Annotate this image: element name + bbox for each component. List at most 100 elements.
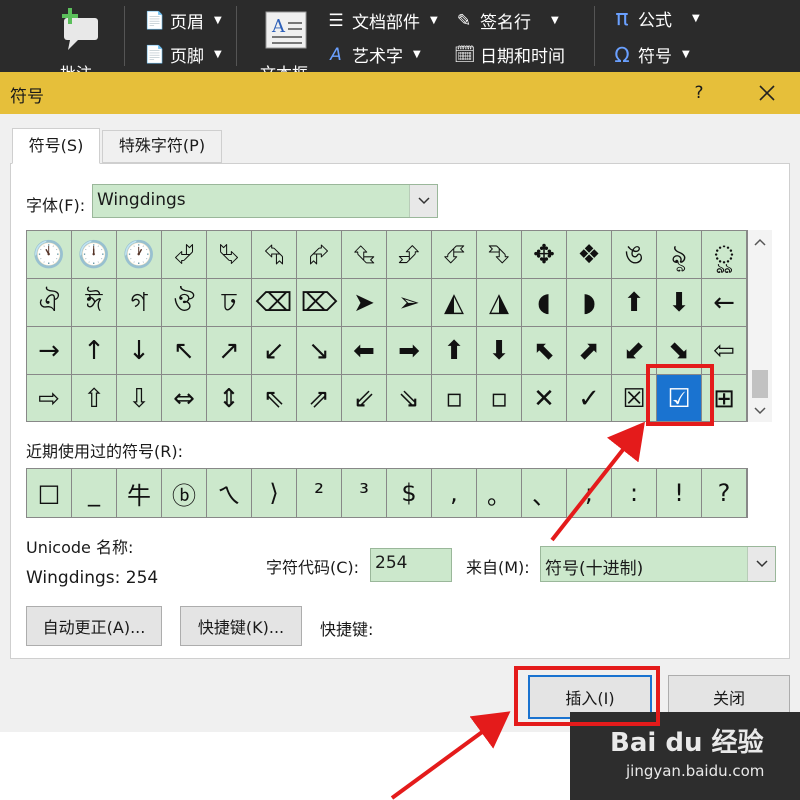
symbol-cell[interactable]: ঙ bbox=[612, 231, 657, 279]
footer-button[interactable]: 📄 页脚 ▼ bbox=[144, 42, 222, 68]
symbol-cell[interactable]: ⇨ bbox=[27, 375, 72, 421]
shortcut-key-button[interactable]: 快捷键(K)... bbox=[180, 606, 302, 646]
recent-symbol-cell[interactable]: 牛 bbox=[117, 469, 162, 517]
symbol-cell[interactable]: ↖ bbox=[162, 327, 207, 375]
symbol-cell[interactable]: ➢ bbox=[387, 279, 432, 327]
symbol-cell[interactable]: ⬇ bbox=[657, 279, 702, 327]
grid-scrollbar[interactable] bbox=[748, 230, 772, 422]
font-dropdown[interactable]: Wingdings bbox=[92, 184, 438, 218]
header-button[interactable]: 📄 页眉 ▼ bbox=[144, 8, 222, 34]
autocorrect-button[interactable]: 自动更正(A)... bbox=[26, 606, 162, 646]
symbol-cell[interactable]: ⇧ bbox=[72, 375, 117, 421]
symbol-cell[interactable]: ঔ bbox=[162, 279, 207, 327]
symbol-cell[interactable]: ⮰ bbox=[162, 231, 207, 279]
dialog-title-bar[interactable]: 符号 ? bbox=[0, 72, 800, 114]
tab-symbols[interactable]: 符号(S) bbox=[12, 128, 100, 164]
symbol-cell[interactable]: ↘ bbox=[297, 327, 342, 375]
symbol-cell[interactable]: ✥ bbox=[522, 231, 567, 279]
symbol-cell[interactable]: ➡ bbox=[387, 327, 432, 375]
chevron-down-icon[interactable] bbox=[409, 185, 437, 217]
recent-symbol-cell[interactable]: ! bbox=[657, 469, 702, 517]
recent-symbol-cell[interactable]: , bbox=[432, 469, 477, 517]
symbol-cell[interactable]: 🕛 bbox=[72, 231, 117, 279]
symbol-cell[interactable]: 🕚 bbox=[27, 231, 72, 279]
signature-button[interactable]: ✎ 签名行 ▼ bbox=[454, 8, 559, 34]
symbol-cell[interactable]: ⮴ bbox=[342, 231, 387, 279]
symbol-cell[interactable]: ⮶ bbox=[432, 231, 477, 279]
recent-symbol-cell[interactable]: 。 bbox=[477, 469, 522, 517]
symbol-cell[interactable]: ◖ bbox=[522, 279, 567, 327]
symbol-cell[interactable]: গ bbox=[117, 279, 162, 327]
symbol-cell[interactable]: 🕐 bbox=[117, 231, 162, 279]
symbol-cell[interactable]: ⇗ bbox=[297, 375, 342, 421]
symbol-cell[interactable]: ⇖ bbox=[252, 375, 297, 421]
symbol-cell[interactable]: ↗ bbox=[207, 327, 252, 375]
symbol-cell[interactable]: ⬆ bbox=[432, 327, 477, 375]
recent-symbol-cell[interactable]: 、 bbox=[522, 469, 567, 517]
symbol-cell[interactable]: ◗ bbox=[567, 279, 612, 327]
symbol-cell[interactable]: ⬉ bbox=[522, 327, 567, 375]
symbol-button[interactable]: Ω 符号 ▼ bbox=[612, 42, 689, 68]
help-button[interactable]: ? bbox=[686, 80, 712, 106]
char-code-input[interactable]: 254 bbox=[370, 548, 452, 582]
from-dropdown[interactable]: 符号(十进制) bbox=[540, 546, 776, 582]
symbol-cell[interactable]: ➤ bbox=[342, 279, 387, 327]
tab-special-characters[interactable]: 特殊字符(P) bbox=[102, 130, 222, 163]
scroll-thumb[interactable] bbox=[752, 370, 768, 398]
symbol-cell[interactable]: ⮱ bbox=[207, 231, 252, 279]
symbol-cell[interactable]: ↙ bbox=[252, 327, 297, 375]
symbol-cell[interactable]: ❖ bbox=[567, 231, 612, 279]
recent-symbol-cell[interactable]: □ bbox=[27, 469, 72, 517]
symbol-cell[interactable]: ✕ bbox=[522, 375, 567, 421]
symbol-cell[interactable]: ◭ bbox=[432, 279, 477, 327]
symbol-cell[interactable]: ⮷ bbox=[477, 231, 522, 279]
symbol-cell[interactable]: ↓ bbox=[117, 327, 162, 375]
symbol-cell[interactable]: ⮲ bbox=[252, 231, 297, 279]
recent-symbol-cell[interactable]: : bbox=[612, 469, 657, 517]
symbol-grid[interactable]: 🕚 🕛 🕐 ⮰ ⮱ ⮲ ⮳ ⮴ ⮵ ⮶ ⮷ ✥ ❖ ঙ ৡৣ ঐ ঈ গ ঔ ঢ ⌫ ⌦ ➤ ➢ ◭ ◮ ◖ ◗ ⬆ ⬇ ← → ↑ ↓ ↖ ↗ ↙ ↘ ⬅… bbox=[26, 230, 748, 422]
chevron-down-icon[interactable] bbox=[748, 398, 772, 422]
symbol-cell[interactable]: ⬇ bbox=[477, 327, 522, 375]
recent-symbol-cell[interactable]: ⟩ bbox=[252, 469, 297, 517]
symbol-cell[interactable]: ঐ bbox=[27, 279, 72, 327]
textbox-group[interactable]: A 文本框 bbox=[258, 0, 318, 83]
close-icon[interactable] bbox=[752, 78, 782, 108]
symbol-cell[interactable]: ⌫ bbox=[252, 279, 297, 327]
equation-button[interactable]: π 公式 ▼ bbox=[612, 6, 699, 31]
recent-symbol-cell[interactable]: ? bbox=[702, 469, 747, 517]
wordart-button[interactable]: A 艺术字 ▼ bbox=[326, 42, 421, 68]
symbol-cell[interactable]: ▫ bbox=[432, 375, 477, 421]
recent-symbols-row[interactable]: □ _ 牛 ⓑ ㄟ ⟩ ² ³ $,。、;:!? bbox=[26, 468, 748, 518]
doc-parts-button[interactable]: ☰ 文档部件 ▼ bbox=[326, 8, 437, 34]
symbol-cell[interactable]: ⇘ bbox=[387, 375, 432, 421]
symbol-cell[interactable]: ⮳ bbox=[297, 231, 342, 279]
symbol-cell[interactable]: ↑ bbox=[72, 327, 117, 375]
symbol-cell[interactable]: ঈ bbox=[72, 279, 117, 327]
recent-symbol-cell[interactable]: $ bbox=[387, 469, 432, 517]
chevron-up-icon[interactable] bbox=[748, 230, 772, 254]
recent-symbol-cell[interactable]: ² bbox=[297, 469, 342, 517]
symbol-cell[interactable]: ৡ bbox=[657, 231, 702, 279]
symbol-cell[interactable]: ⇙ bbox=[342, 375, 387, 421]
symbol-cell[interactable]: ← bbox=[702, 279, 747, 327]
symbol-cell[interactable]: → bbox=[27, 327, 72, 375]
symbol-cell[interactable]: ✓ bbox=[567, 375, 612, 421]
symbol-cell[interactable]: ⬆ bbox=[612, 279, 657, 327]
symbol-cell[interactable]: ৣ bbox=[702, 231, 747, 279]
datetime-button[interactable]: 🗓 日期和时间 bbox=[454, 42, 565, 68]
symbol-cell[interactable]: ⇕ bbox=[207, 375, 252, 421]
recent-symbol-cell[interactable]: ㄟ bbox=[207, 469, 252, 517]
symbol-cell[interactable]: ⬈ bbox=[567, 327, 612, 375]
symbol-cell[interactable]: ⮵ bbox=[387, 231, 432, 279]
recent-symbol-cell[interactable]: ; bbox=[567, 469, 612, 517]
symbol-cell[interactable]: ◮ bbox=[477, 279, 522, 327]
symbol-cell[interactable]: ⇩ bbox=[117, 375, 162, 421]
symbol-cell[interactable]: ঢ bbox=[207, 279, 252, 327]
comment-group[interactable]: 批注 bbox=[52, 0, 108, 83]
recent-symbol-cell[interactable]: ⓑ bbox=[162, 469, 207, 517]
symbol-cell[interactable]: ⌦ bbox=[297, 279, 342, 327]
symbol-cell[interactable]: ⬅ bbox=[342, 327, 387, 375]
chevron-down-icon[interactable] bbox=[747, 547, 775, 581]
symbol-cell[interactable]: ⇔ bbox=[162, 375, 207, 421]
symbol-cell[interactable]: ▫ bbox=[477, 375, 522, 421]
